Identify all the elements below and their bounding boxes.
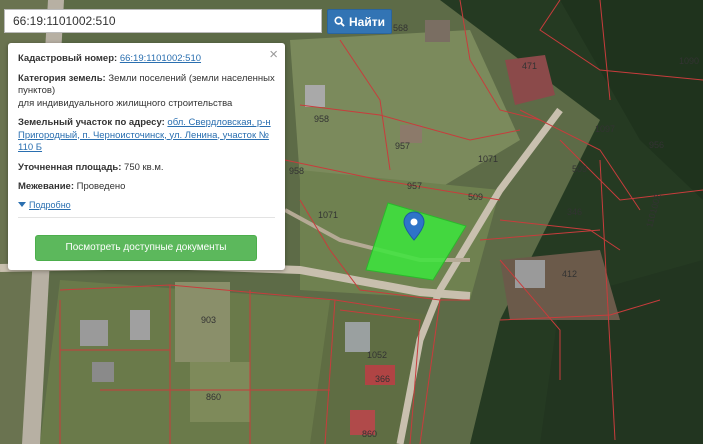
parcel-number-label: 568 bbox=[393, 23, 408, 33]
svg-text:860: 860 bbox=[362, 429, 377, 439]
search-input[interactable]: 66:19:1101002:510 bbox=[4, 9, 322, 33]
close-icon[interactable]: × bbox=[269, 47, 278, 63]
parcel-number-label: 412 bbox=[562, 269, 577, 279]
search-button-label: Найти bbox=[349, 14, 385, 29]
parcel-number-label: 1052 bbox=[367, 350, 387, 360]
parcel-number-label: 958 bbox=[314, 114, 329, 124]
triangle-down-icon bbox=[18, 202, 26, 208]
area-value: 750 кв.м. bbox=[124, 161, 164, 173]
cadastral-label: Кадастровый номер: bbox=[18, 53, 118, 64]
divider bbox=[18, 217, 275, 218]
cadastral-link[interactable]: 66:19:1101002:510 bbox=[120, 53, 201, 64]
category-row: Категория земель: Земли поселений (земли… bbox=[18, 73, 275, 111]
parcel-number-label: 1090 bbox=[679, 56, 699, 66]
parcel-number-label: 509 bbox=[572, 164, 587, 174]
parcel-number-label: 956 bbox=[649, 140, 664, 150]
more-details-label: Подробно bbox=[29, 199, 71, 210]
parcel-number-label: 471 bbox=[522, 61, 537, 71]
parcel-number-label: 1071 bbox=[318, 210, 338, 220]
parcel-number-label: 509 bbox=[468, 192, 483, 202]
search-icon bbox=[334, 16, 345, 27]
parcel-number-label: 1097 bbox=[595, 124, 615, 134]
category-use: для индивидуального жилищного строительс… bbox=[18, 97, 233, 109]
parcel-number-label: 860 bbox=[206, 392, 221, 402]
parcel-info-popup: × Кадастровый номер: 66:19:1101002:510 К… bbox=[8, 43, 285, 270]
area-label: Уточненная площадь: bbox=[18, 161, 122, 173]
survey-value: Проведено bbox=[76, 181, 126, 192]
parcel-number-label: 957 bbox=[407, 181, 422, 191]
search-button[interactable]: Найти bbox=[327, 9, 392, 34]
survey-row: Межевание: Проведено bbox=[18, 181, 275, 194]
parcel-number-label: 903 bbox=[201, 315, 216, 325]
category-label: Категория земель: bbox=[18, 72, 106, 84]
more-details-link[interactable]: Подробно bbox=[18, 199, 275, 212]
cadastral-row: Кадастровый номер: 66:19:1101002:510 bbox=[18, 53, 275, 66]
parcel-number-label: 957 bbox=[395, 141, 410, 151]
parcel-number-label: 346 bbox=[567, 207, 582, 217]
view-documents-button[interactable]: Посмотреть доступные документы bbox=[35, 235, 257, 261]
parcel-number-label: 366 bbox=[375, 374, 390, 384]
survey-label: Межевание: bbox=[18, 181, 74, 192]
address-row: Земельный участок по адресу: обл. Свердл… bbox=[18, 117, 275, 155]
parcel-number-label: 958 bbox=[289, 166, 304, 176]
address-label: Земельный участок по адресу: bbox=[18, 117, 165, 128]
area-row: Уточненная площадь: 750 кв.м. bbox=[18, 162, 275, 175]
parcel-number-label: 1071 bbox=[478, 154, 498, 164]
